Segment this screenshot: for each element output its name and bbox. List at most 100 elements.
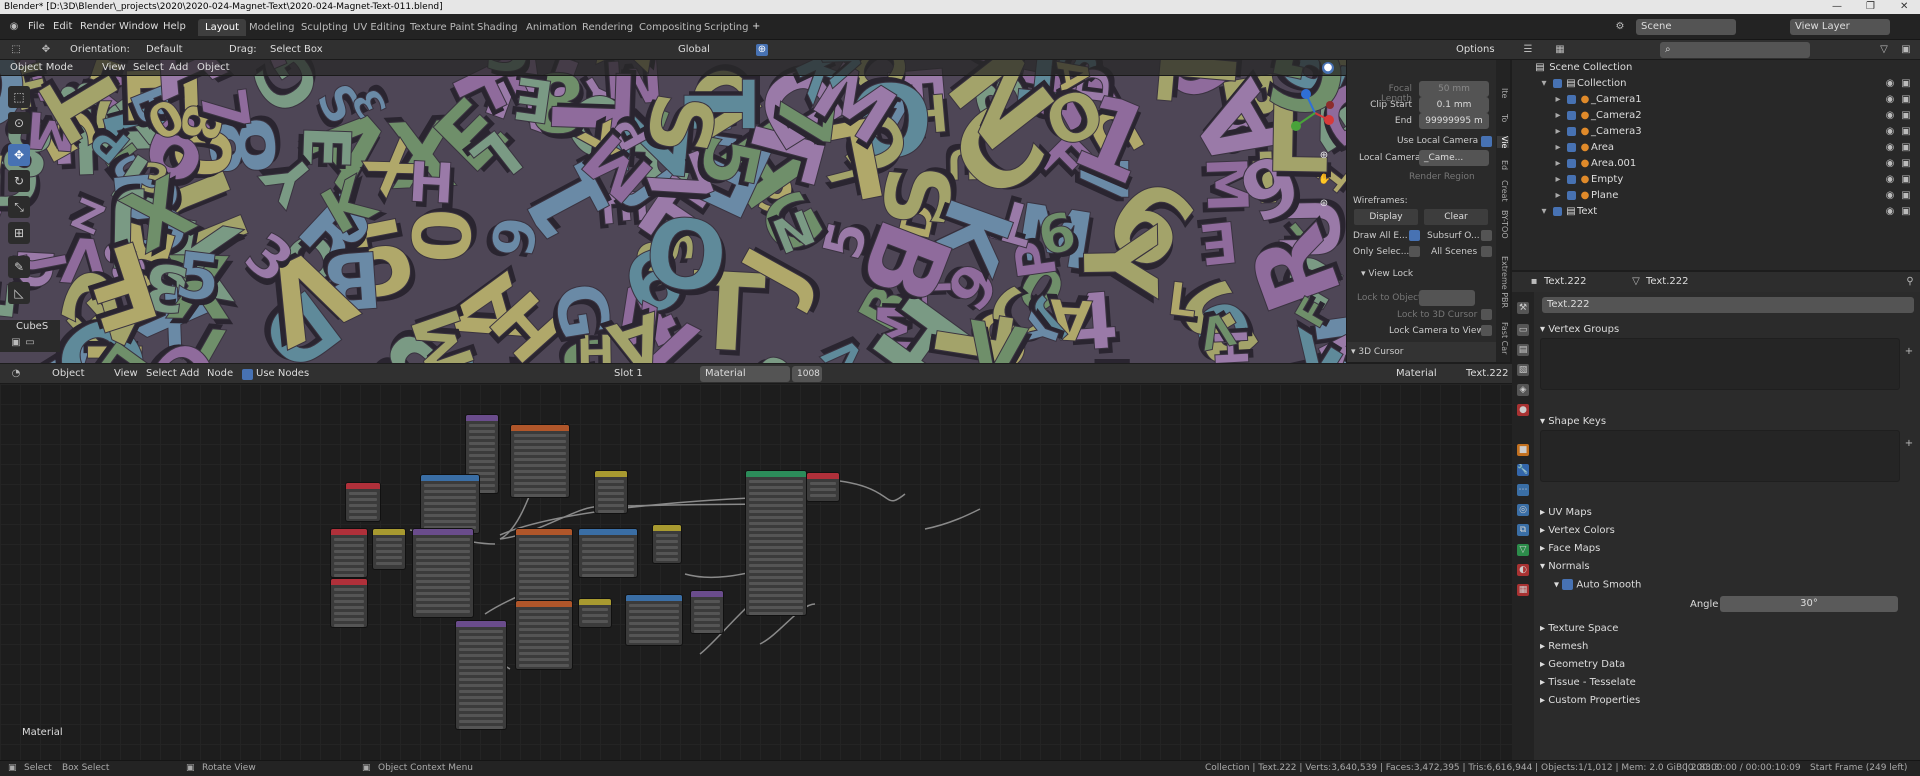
solid-shading-icon[interactable]: ●: [1322, 62, 1334, 74]
expand-arrow-icon[interactable]: ▸: [1552, 174, 1564, 186]
display-button[interactable]: Display: [1353, 208, 1419, 226]
clip-end-field[interactable]: 99999995 m: [1419, 113, 1489, 129]
rotate-tool-icon[interactable]: ↻: [8, 170, 30, 192]
shader-node[interactable]: [330, 578, 368, 628]
particles-tab-icon[interactable]: ⋯: [1517, 484, 1529, 496]
shader-node[interactable]: [578, 528, 638, 578]
expand-arrow-icon[interactable]: ▸: [1552, 158, 1564, 170]
filter-icon[interactable]: ▽: [1878, 44, 1890, 56]
pin-icon[interactable]: ⚲: [1904, 276, 1916, 288]
object-tab-icon[interactable]: ■: [1517, 444, 1529, 456]
expand-arrow-icon[interactable]: ▸: [1552, 126, 1564, 138]
exclude-checkbox[interactable]: [1567, 174, 1576, 184]
shader-node[interactable]: [745, 470, 807, 616]
tab-tool[interactable]: To: [1497, 114, 1509, 122]
image-icon[interactable]: ▣: [10, 337, 22, 349]
exclude-checkbox[interactable]: [1567, 94, 1576, 104]
custom-properties-header[interactable]: ▸ Custom Properties: [1540, 695, 1640, 706]
vertex-colors-header[interactable]: ▸ Vertex Colors: [1540, 525, 1615, 536]
material-users-count[interactable]: 1008: [792, 366, 822, 382]
tab-edit[interactable]: Ed: [1497, 160, 1509, 170]
tab-extreme-pbr[interactable]: Extreme PBR: [1497, 256, 1509, 308]
tab-shading[interactable]: Shading: [470, 19, 525, 36]
clear-button[interactable]: Clear: [1423, 208, 1489, 226]
material-name-field[interactable]: Material: [700, 366, 790, 382]
menu-file[interactable]: File: [28, 21, 45, 32]
physics-tab-icon[interactable]: ◎: [1517, 504, 1529, 516]
zoom-icon[interactable]: ⊕: [1318, 150, 1330, 162]
camera-view-icon[interactable]: ⊛: [1318, 198, 1330, 210]
outliner-row[interactable]: ▸ ● _Camera1 ◉ ▣: [1512, 92, 1920, 108]
modifier-tab-icon[interactable]: 🔧: [1517, 464, 1529, 476]
3d-viewport[interactable]: SS22FF99UUHHMMHHHHYY44EE55MM88993300BBEE…: [0, 60, 1346, 363]
render-camera-icon[interactable]: ▣: [1900, 206, 1912, 218]
outliner-row[interactable]: ▸ ● _Camera3 ◉ ▣: [1512, 124, 1920, 140]
tissue-tesselate-header[interactable]: ▸ Tissue - Tesselate: [1540, 677, 1636, 688]
view-layer-tab-icon[interactable]: ▧: [1517, 364, 1529, 376]
hide-eye-icon[interactable]: ◉: [1884, 174, 1896, 186]
shader-node[interactable]: [806, 472, 840, 502]
render-camera-icon[interactable]: ▣: [1900, 190, 1912, 202]
hide-eye-icon[interactable]: ◉: [1884, 94, 1896, 106]
node-menu-view[interactable]: View: [114, 368, 138, 379]
hide-eye-icon[interactable]: ◉: [1884, 78, 1896, 90]
measure-tool-icon[interactable]: ◺: [8, 282, 30, 304]
editor-type-icon[interactable]: ◔: [10, 368, 22, 380]
view-lock-header[interactable]: ▾ View Lock: [1361, 269, 1413, 279]
expand-arrow-icon[interactable]: ▸: [1552, 94, 1564, 106]
move-tool-icon[interactable]: ✥: [8, 144, 30, 166]
node-object-dropdown[interactable]: Object: [52, 368, 85, 379]
select-box-tool-icon[interactable]: ⬚: [8, 86, 30, 108]
node-menu-node[interactable]: Node: [207, 368, 233, 379]
outliner-search-input[interactable]: ⌕: [1660, 42, 1810, 58]
material-tab-icon[interactable]: ◐: [1517, 564, 1529, 576]
render-tab-icon[interactable]: ▭: [1517, 324, 1529, 336]
clip-start-field[interactable]: 0.1 mm: [1419, 97, 1489, 113]
shader-node[interactable]: [594, 470, 628, 514]
render-camera-icon[interactable]: ▣: [1900, 94, 1912, 106]
texture-space-header[interactable]: ▸ Texture Space: [1540, 623, 1618, 634]
transform-orientation[interactable]: Global: [678, 44, 710, 55]
shader-node[interactable]: [455, 620, 507, 730]
uv-maps-header[interactable]: ▸ UV Maps: [1540, 507, 1592, 518]
scene-field[interactable]: Scene: [1636, 19, 1736, 35]
tab-rendering[interactable]: Rendering: [575, 19, 640, 36]
focal-length-field[interactable]: 50 mm: [1419, 81, 1489, 97]
scene-tab-icon[interactable]: ◈: [1517, 384, 1529, 396]
folder-icon[interactable]: ▭: [24, 337, 36, 349]
lock-cursor-checkbox[interactable]: [1481, 309, 1492, 320]
exclude-checkbox[interactable]: [1567, 158, 1576, 168]
use-nodes-checkbox[interactable]: [242, 369, 253, 380]
render-camera-icon[interactable]: ▣: [1900, 142, 1912, 154]
node-editor-canvas[interactable]: [0, 384, 1512, 760]
blender-logo-icon[interactable]: ◉: [8, 21, 20, 33]
select-tool-icon[interactable]: ⬚: [10, 44, 22, 56]
hide-eye-icon[interactable]: ◉: [1884, 126, 1896, 138]
display-mode-icon[interactable]: ▦: [1554, 44, 1566, 56]
local-camera-field[interactable]: _Came...: [1419, 150, 1489, 166]
shader-node[interactable]: [372, 528, 406, 570]
annotate-tool-icon[interactable]: ✎: [8, 256, 30, 278]
outliner-row[interactable]: ▸ ● Empty ◉ ▣: [1512, 172, 1920, 188]
auto-smooth-row[interactable]: ▾ Auto Smooth: [1554, 579, 1641, 591]
snap-icon[interactable]: ⊕: [756, 44, 768, 56]
lock-camera-checkbox[interactable]: [1481, 325, 1492, 336]
hide-eye-icon[interactable]: ◉: [1884, 158, 1896, 170]
exclude-checkbox[interactable]: [1567, 110, 1576, 120]
world-tab-icon[interactable]: ●: [1517, 404, 1529, 416]
shader-node[interactable]: [330, 528, 368, 578]
minimize-icon[interactable]: —: [1832, 0, 1842, 14]
node-menu-select[interactable]: Select: [146, 368, 177, 379]
shader-node[interactable]: [625, 594, 683, 646]
shader-node[interactable]: [690, 590, 724, 634]
render-camera-icon[interactable]: ▣: [1900, 78, 1912, 90]
view-layer-field[interactable]: View Layer: [1790, 19, 1890, 35]
hide-eye-icon[interactable]: ◉: [1884, 110, 1896, 122]
shader-type-dropdown[interactable]: Material: [1396, 368, 1437, 379]
expand-arrow-icon[interactable]: ▾: [1538, 78, 1550, 90]
tab-layout[interactable]: Layout: [198, 19, 246, 36]
object-icon[interactable]: ▪: [1528, 276, 1540, 288]
shape-keys-list[interactable]: [1540, 430, 1900, 482]
cursor-tool-icon[interactable]: ⊙: [8, 112, 30, 134]
lock-object-field[interactable]: [1419, 290, 1475, 306]
